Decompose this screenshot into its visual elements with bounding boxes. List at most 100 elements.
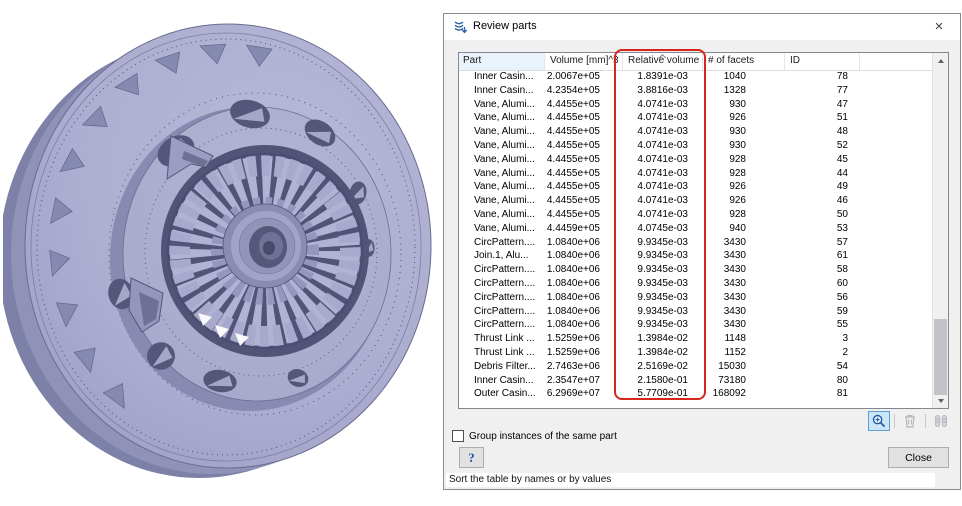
cell-id: 60: [785, 277, 860, 291]
cell-facets: 3430: [703, 249, 785, 263]
table-row[interactable]: CircPattern.... 1.0840e+06 9.9345e-03 34…: [459, 236, 932, 250]
table-row[interactable]: Vane, Alumi... 4.4455e+05 4.0741e-03 930…: [459, 139, 932, 153]
status-text: Sort the table by names or by values: [449, 474, 611, 485]
scroll-down-icon[interactable]: [933, 393, 948, 408]
cell-volume: 1.5259e+06: [545, 332, 623, 346]
cell-part: CircPattern....: [459, 236, 545, 250]
delete-part-button[interactable]: [899, 411, 921, 431]
scroll-up-icon[interactable]: [933, 53, 948, 68]
cell-facets: 3430: [703, 236, 785, 250]
cell-volume: 4.4455e+05: [545, 111, 623, 125]
cell-part: Vane, Alumi...: [459, 194, 545, 208]
checkbox-box[interactable]: [452, 430, 464, 442]
column-header-volume[interactable]: Volume [mm]^3: [545, 53, 623, 70]
cell-facets: 73180: [703, 374, 785, 388]
cell-facets: 928: [703, 208, 785, 222]
table-row[interactable]: Debris Filter... 2.7463e+06 2.5169e-02 1…: [459, 360, 932, 374]
cell-volume: 6.2969e+07: [545, 387, 623, 401]
cell-relative-volume: 4.0741e-03: [623, 139, 703, 153]
table-row[interactable]: Inner Casin... 2.3547e+07 2.1580e-01 731…: [459, 374, 932, 388]
cell-volume: 1.0840e+06: [545, 277, 623, 291]
cell-relative-volume: 9.9345e-03: [623, 277, 703, 291]
table-row[interactable]: Vane, Alumi... 4.4455e+05 4.0741e-03 928…: [459, 153, 932, 167]
cell-facets: 3430: [703, 291, 785, 305]
column-header-part[interactable]: Part: [459, 53, 545, 70]
table-row[interactable]: Outer Casin... 6.2969e+07 5.7709e-01 168…: [459, 387, 932, 401]
table-row[interactable]: Vane, Alumi... 4.4455e+05 4.0741e-03 930…: [459, 125, 932, 139]
table-row[interactable]: Join.1, Alu... 1.0840e+06 9.9345e-03 343…: [459, 249, 932, 263]
table-row[interactable]: CircPattern.... 1.0840e+06 9.9345e-03 34…: [459, 318, 932, 332]
status-bar: Sort the table by names or by values: [446, 473, 935, 487]
table-row[interactable]: Vane, Alumi... 4.4455e+05 4.0741e-03 928…: [459, 208, 932, 222]
cell-part: Vane, Alumi...: [459, 153, 545, 167]
cell-id: 77: [785, 84, 860, 98]
table-row[interactable]: Vane, Alumi... 4.4455e+05 4.0741e-03 926…: [459, 111, 932, 125]
cell-part: Vane, Alumi...: [459, 98, 545, 112]
cad-3d-viewport[interactable]: [0, 0, 443, 506]
cell-part: Vane, Alumi...: [459, 208, 545, 222]
cell-volume: 4.4455e+05: [545, 180, 623, 194]
cell-volume: 4.4455e+05: [545, 139, 623, 153]
cell-relative-volume: 2.1580e-01: [623, 374, 703, 388]
table-row[interactable]: Vane, Alumi... 4.4455e+05 4.0741e-03 926…: [459, 180, 932, 194]
cell-volume: 1.0840e+06: [545, 291, 623, 305]
table-row[interactable]: CircPattern.... 1.0840e+06 9.9345e-03 34…: [459, 263, 932, 277]
table-vertical-scrollbar[interactable]: [932, 53, 948, 408]
table-row[interactable]: Thrust Link ... 1.5259e+06 1.3984e-02 11…: [459, 346, 932, 360]
cell-id: 57: [785, 236, 860, 250]
table-row[interactable]: Vane, Alumi... 4.4455e+05 4.0741e-03 926…: [459, 194, 932, 208]
table-row[interactable]: Inner Casin... 4.2354e+05 3.8816e-03 132…: [459, 84, 932, 98]
close-icon[interactable]: ×: [930, 17, 948, 37]
cell-part: Debris Filter...: [459, 360, 545, 374]
column-header-facets[interactable]: # of facets: [703, 53, 785, 70]
cell-volume: 2.3547e+07: [545, 374, 623, 388]
cell-id: 46: [785, 194, 860, 208]
cell-volume: 4.4455e+05: [545, 153, 623, 167]
cell-id: 48: [785, 125, 860, 139]
cell-id: 54: [785, 360, 860, 374]
turbofan-engine-model: [3, 16, 440, 484]
table-row[interactable]: Vane, Alumi... 4.4455e+05 4.0741e-03 928…: [459, 167, 932, 181]
sort-ascending-icon: [658, 54, 667, 59]
table-row[interactable]: CircPattern.... 1.0840e+06 9.9345e-03 34…: [459, 305, 932, 319]
cell-volume: 1.5259e+06: [545, 346, 623, 360]
cell-facets: 940: [703, 222, 785, 236]
cell-id: 81: [785, 387, 860, 401]
cell-facets: 930: [703, 139, 785, 153]
help-button[interactable]: ?: [459, 447, 484, 468]
table-row[interactable]: Thrust Link ... 1.5259e+06 1.3984e-02 11…: [459, 332, 932, 346]
cell-part: Inner Casin...: [459, 84, 545, 98]
parts-table: Part Volume [mm]^3 Relative volume # of …: [458, 52, 949, 409]
scrollbar-thumb[interactable]: [934, 319, 947, 395]
zoom-to-part-button[interactable]: [868, 411, 890, 431]
cell-id: 56: [785, 291, 860, 305]
column-header-id[interactable]: ID: [785, 53, 860, 70]
table-row[interactable]: Vane, Alumi... 4.4459e+05 4.0745e-03 940…: [459, 222, 932, 236]
cell-facets: 1328: [703, 84, 785, 98]
merge-instances-button[interactable]: [930, 411, 952, 431]
cell-part: Vane, Alumi...: [459, 125, 545, 139]
cell-facets: 15030: [703, 360, 785, 374]
cell-relative-volume: 4.0741e-03: [623, 194, 703, 208]
cell-volume: 2.0067e+05: [545, 70, 623, 84]
table-row[interactable]: CircPattern.... 1.0840e+06 9.9345e-03 34…: [459, 277, 932, 291]
cell-part: Thrust Link ...: [459, 332, 545, 346]
table-row[interactable]: Inner Casin... 2.0067e+05 1.8391e-03 104…: [459, 70, 932, 84]
group-instances-checkbox[interactable]: Group instances of the same part: [452, 430, 617, 442]
cell-part: Vane, Alumi...: [459, 111, 545, 125]
cell-part: Thrust Link ...: [459, 346, 545, 360]
cell-relative-volume: 4.0741e-03: [623, 180, 703, 194]
close-button[interactable]: Close: [888, 447, 949, 468]
dialog-titlebar[interactable]: Review parts ×: [444, 14, 960, 40]
cell-facets: 926: [703, 194, 785, 208]
table-row[interactable]: Vane, Alumi... 4.4455e+05 4.0741e-03 930…: [459, 98, 932, 112]
cell-relative-volume: 9.9345e-03: [623, 263, 703, 277]
table-row[interactable]: CircPattern.... 1.0840e+06 9.9345e-03 34…: [459, 291, 932, 305]
column-header-empty[interactable]: [860, 53, 932, 70]
cell-relative-volume: 4.0741e-03: [623, 98, 703, 112]
cell-id: 49: [785, 180, 860, 194]
cell-relative-volume: 4.0741e-03: [623, 125, 703, 139]
cell-volume: 4.4459e+05: [545, 222, 623, 236]
cell-part: Inner Casin...: [459, 374, 545, 388]
cell-facets: 930: [703, 125, 785, 139]
